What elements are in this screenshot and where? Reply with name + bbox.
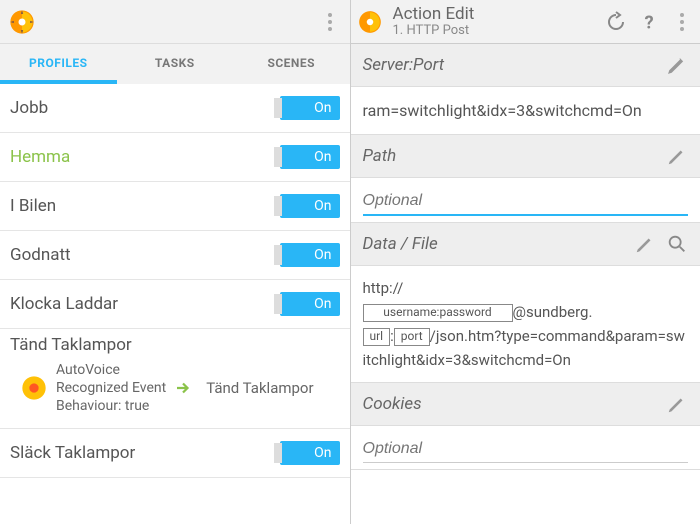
profile-toggle[interactable]: On <box>280 96 340 120</box>
profiles-pane: PROFILES TASKS SCENES Jobb On Hemma On I… <box>0 0 351 524</box>
path-input[interactable] <box>363 188 689 216</box>
profile-toggle[interactable]: On <box>280 145 340 169</box>
action-title: Action Edit <box>393 5 597 24</box>
autovoice-icon <box>20 374 48 402</box>
profile-row[interactable]: Hemma On <box>0 133 350 182</box>
right-top-bar: Action Edit 1. HTTP Post ? <box>351 0 700 44</box>
profile-name: Jobb <box>10 98 48 118</box>
tab-scenes[interactable]: SCENES <box>233 44 350 84</box>
section-label: Path <box>363 146 397 166</box>
refresh-icon[interactable] <box>602 8 630 36</box>
search-icon[interactable] <box>666 233 688 255</box>
action-title-block: Action Edit 1. HTTP Post <box>393 5 597 38</box>
tab-bar: PROFILES TASKS SCENES <box>0 44 350 84</box>
edit-icon[interactable] <box>666 54 688 76</box>
action-edit-pane: Action Edit 1. HTTP Post ? Server:Port r… <box>351 0 700 524</box>
profile-toggle[interactable]: On <box>280 194 340 218</box>
profile-toggle[interactable]: On <box>280 441 340 465</box>
profile-row[interactable]: Jobb On <box>0 84 350 133</box>
section-server: Server:Port <box>351 44 700 87</box>
placeholder-box: port <box>394 328 430 346</box>
overflow-menu-icon[interactable] <box>670 10 694 34</box>
left-top-bar <box>0 0 350 44</box>
overflow-menu-icon[interactable] <box>318 10 342 34</box>
profile-list: Jobb On Hemma On I Bilen On Godnatt On K… <box>0 84 350 478</box>
profile-name: Släck Taklampor <box>10 443 135 463</box>
cookies-field <box>351 426 700 470</box>
svg-text:?: ? <box>645 12 654 33</box>
section-cookies: Cookies <box>351 383 700 426</box>
data-value[interactable]: http:// username:password@sundberg. url:… <box>351 266 700 383</box>
tab-profiles[interactable]: PROFILES <box>0 44 117 84</box>
section-label: Data / File <box>363 234 438 254</box>
profile-toggle[interactable]: On <box>280 243 340 267</box>
profile-row[interactable]: I Bilen On <box>0 182 350 231</box>
section-label: Cookies <box>363 394 422 414</box>
profile-name: Godnatt <box>10 245 71 265</box>
help-icon[interactable]: ? <box>636 8 664 36</box>
arrow-right-icon <box>174 379 192 397</box>
section-path: Path <box>351 135 700 178</box>
section-data: Data / File <box>351 223 700 266</box>
profile-name: Klocka Laddar <box>10 294 118 314</box>
cookies-input[interactable] <box>363 436 689 463</box>
profile-detail-text: AutoVoice Recognized Event Behaviour: tr… <box>56 361 166 416</box>
profile-row[interactable]: Godnatt On <box>0 231 350 280</box>
profile-name: Hemma <box>10 147 70 167</box>
edit-icon[interactable] <box>666 145 688 167</box>
profile-row[interactable]: Släck Taklampor On <box>0 429 350 478</box>
tasker-app-icon <box>8 8 36 36</box>
tab-tasks[interactable]: TASKS <box>117 44 234 84</box>
action-subtitle: 1. HTTP Post <box>393 24 597 38</box>
profile-row[interactable]: Klocka Laddar On <box>0 280 350 329</box>
profile-name: I Bilen <box>10 196 56 216</box>
profile-task-name[interactable]: Tänd Taklampor <box>206 379 313 397</box>
edit-icon[interactable] <box>666 393 688 415</box>
edit-icon[interactable] <box>634 233 656 255</box>
path-field <box>351 178 700 223</box>
profile-toggle[interactable]: On <box>280 292 340 316</box>
placeholder-box: username:password <box>363 304 513 322</box>
section-label: Server:Port <box>363 55 445 75</box>
placeholder-box: url <box>363 328 391 346</box>
tasker-app-icon <box>357 9 383 35</box>
profile-row-expanded[interactable]: Tänd Taklampor AutoVoice Recognized Even… <box>0 329 350 429</box>
profile-detail: AutoVoice Recognized Event Behaviour: tr… <box>10 355 340 416</box>
profile-name: Tänd Taklampor <box>10 335 132 355</box>
server-value[interactable]: ram=switchlight&idx=3&switchcmd=On <box>351 87 700 135</box>
